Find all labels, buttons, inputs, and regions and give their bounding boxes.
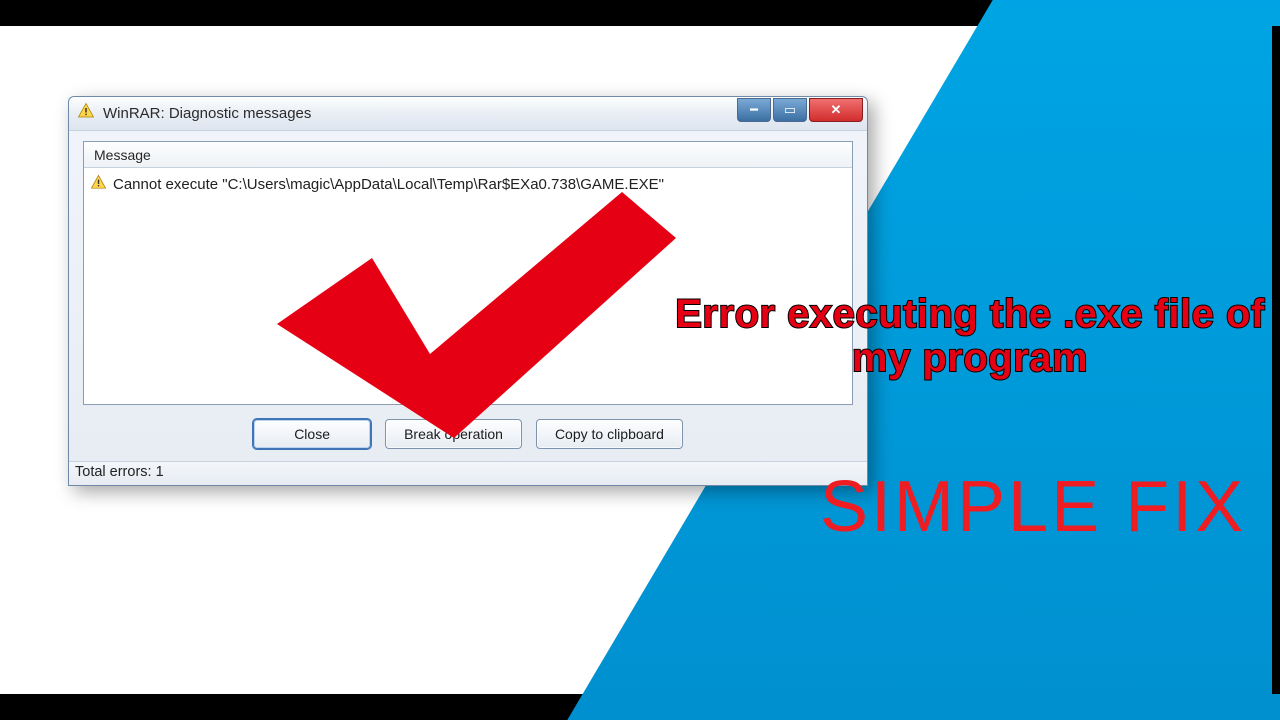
thumbnail-tagline: SIMPLE FIX	[820, 466, 1246, 548]
warning-icon	[77, 102, 95, 125]
thumbnail-headline: Error executing the .exe file of my prog…	[660, 292, 1280, 380]
checkmark-icon	[262, 186, 692, 446]
status-bar: Total errors: 1	[69, 461, 867, 485]
titlebar[interactable]: WinRAR: Diagnostic messages ━ ▭ ✕	[69, 97, 867, 131]
right-strip	[1272, 26, 1280, 694]
close-window-button[interactable]: ✕	[809, 98, 863, 122]
warning-icon	[90, 174, 107, 195]
window-title: WinRAR: Diagnostic messages	[103, 105, 737, 122]
maximize-button[interactable]: ▭	[773, 98, 807, 122]
column-header-message[interactable]: Message	[84, 142, 852, 168]
minimize-button[interactable]: ━	[737, 98, 771, 122]
